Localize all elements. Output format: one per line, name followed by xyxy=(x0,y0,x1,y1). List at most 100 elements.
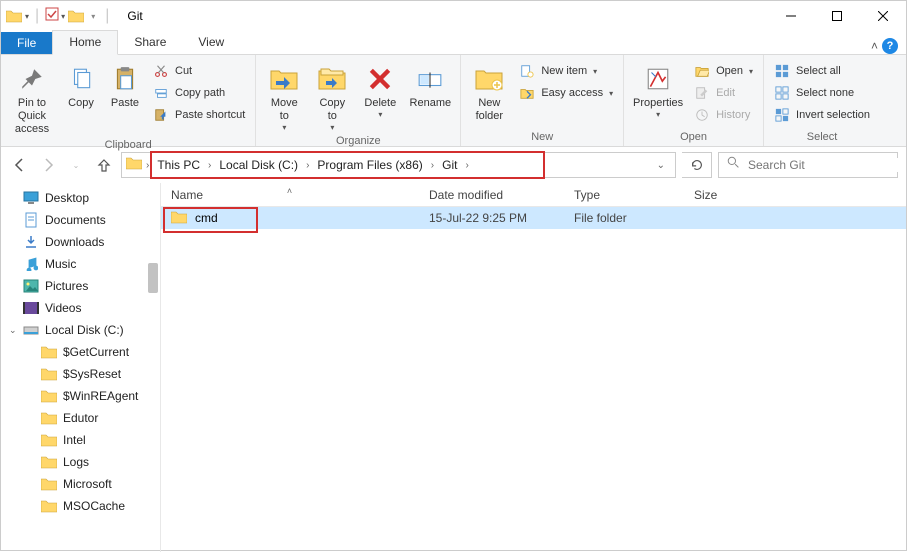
column-headers: ˄Name Date modified Type Size xyxy=(161,183,906,207)
column-header-type[interactable]: Type xyxy=(564,188,684,202)
help-icon[interactable]: ? xyxy=(882,38,898,54)
tree-item-pictures[interactable]: Pictures xyxy=(1,275,160,297)
tree-item[interactable]: $SysReset xyxy=(1,363,160,385)
file-row[interactable]: cmd 15-Jul-22 9:25 PM File folder xyxy=(161,207,906,229)
rename-button[interactable]: Rename xyxy=(406,59,454,110)
edit-icon xyxy=(694,85,710,101)
select-all-button[interactable]: Select all xyxy=(770,61,874,81)
chevron-right-icon[interactable]: › xyxy=(463,160,470,171)
folder-icon xyxy=(41,388,57,404)
edit-button[interactable]: Edit xyxy=(690,83,757,103)
quick-access-toolbar: ▾ | ▾ ▾ | xyxy=(1,7,117,26)
copy-path-button[interactable]: Copy path xyxy=(149,83,249,103)
tab-share[interactable]: Share xyxy=(118,31,182,54)
new-folder-button[interactable]: New folder xyxy=(467,59,511,123)
new-item-button[interactable]: New item ▾ xyxy=(515,61,617,81)
properties-button[interactable]: Properties ▾ xyxy=(630,59,686,120)
select-none-button[interactable]: Select none xyxy=(770,83,874,103)
search-box[interactable] xyxy=(718,152,898,178)
copy-to-icon xyxy=(316,63,348,95)
folder-icon[interactable] xyxy=(67,7,85,25)
recent-locations-button[interactable]: ⌄ xyxy=(65,154,87,176)
ribbon-group-label: Open xyxy=(630,129,757,146)
breadcrumb-item[interactable]: Program Files (x86) xyxy=(313,158,426,172)
chevron-right-icon[interactable]: › xyxy=(429,160,436,171)
qat-dropdown2-icon[interactable]: ▾ xyxy=(61,12,65,21)
back-button[interactable] xyxy=(9,154,31,176)
tree-item-documents[interactable]: Documents xyxy=(1,209,160,231)
tab-file[interactable]: File xyxy=(1,32,52,54)
copy-to-button[interactable]: Copy to ▾ xyxy=(310,59,354,133)
easy-access-icon xyxy=(519,85,535,101)
qat-customize-icon[interactable]: ▾ xyxy=(87,12,99,21)
tree-item[interactable]: Microsoft xyxy=(1,473,160,495)
tree-item-desktop[interactable]: Desktop xyxy=(1,187,160,209)
easy-access-button[interactable]: Easy access ▾ xyxy=(515,83,617,103)
pin-to-quick-access-button[interactable]: Pin to Quick access xyxy=(7,59,57,137)
tree-item[interactable]: $GetCurrent xyxy=(1,341,160,363)
pin-icon xyxy=(16,63,48,95)
refresh-button[interactable] xyxy=(682,152,712,178)
ribbon-group-organize: Move to ▾ Copy to ▾ Delete ▾ Rename Orga… xyxy=(256,55,461,146)
tab-home[interactable]: Home xyxy=(52,30,118,55)
folder-icon[interactable] xyxy=(5,7,23,25)
column-header-date[interactable]: Date modified xyxy=(419,188,564,202)
history-button[interactable]: History xyxy=(690,105,757,125)
expand-caret-icon[interactable]: ⌄ xyxy=(9,325,17,336)
breadcrumb-item[interactable]: This PC xyxy=(153,158,204,172)
tree-item-videos[interactable]: Videos xyxy=(1,297,160,319)
select-all-icon xyxy=(774,63,790,79)
address-bar[interactable]: › This PC › Local Disk (C:) › Program Fi… xyxy=(121,152,676,178)
up-button[interactable] xyxy=(93,154,115,176)
tree-item-music[interactable]: Music xyxy=(1,253,160,275)
delete-icon xyxy=(364,63,396,95)
delete-button[interactable]: Delete ▾ xyxy=(358,59,402,120)
minimize-button[interactable] xyxy=(768,1,814,31)
qat-dropdown-icon[interactable]: ▾ xyxy=(25,12,29,21)
tree-item[interactable]: Intel xyxy=(1,429,160,451)
tree-item[interactable]: $WinREAgent xyxy=(1,385,160,407)
pictures-icon xyxy=(23,278,39,294)
open-button[interactable]: Open ▾ xyxy=(690,61,757,81)
ribbon-group-label: New xyxy=(467,129,617,146)
column-header-size[interactable]: Size xyxy=(684,188,764,202)
address-dropdown-icon[interactable]: ⌄ xyxy=(651,160,671,171)
tree-item-local-disk[interactable]: ⌄Local Disk (C:) xyxy=(1,319,160,341)
scrollbar-thumb[interactable] xyxy=(148,263,158,293)
folder-icon xyxy=(41,366,57,382)
close-button[interactable] xyxy=(860,1,906,31)
tree-item-downloads[interactable]: Downloads xyxy=(1,231,160,253)
window-controls xyxy=(768,1,906,31)
history-icon xyxy=(694,107,710,123)
navigation-pane[interactable]: Desktop Documents Downloads Music Pictur… xyxy=(1,183,161,552)
move-to-icon xyxy=(268,63,300,95)
collapse-ribbon-icon[interactable]: ˄ xyxy=(871,39,878,53)
chevron-right-icon[interactable]: › xyxy=(144,160,151,171)
chevron-right-icon[interactable]: › xyxy=(304,160,311,171)
tree-item[interactable]: Logs xyxy=(1,451,160,473)
maximize-button[interactable] xyxy=(814,1,860,31)
breadcrumb-item[interactable]: Git xyxy=(438,158,461,172)
paste-shortcut-button[interactable]: Paste shortcut xyxy=(149,105,249,125)
folder-icon xyxy=(126,156,142,175)
search-input[interactable] xyxy=(748,158,903,172)
folder-icon xyxy=(41,344,57,360)
chevron-down-icon: ▾ xyxy=(330,123,334,133)
tab-view[interactable]: View xyxy=(182,31,240,54)
videos-icon xyxy=(23,300,39,316)
forward-button[interactable] xyxy=(37,154,59,176)
properties-check-icon[interactable] xyxy=(45,7,59,26)
move-to-button[interactable]: Move to ▾ xyxy=(262,59,306,133)
column-header-name[interactable]: ˄Name xyxy=(161,188,419,202)
copy-icon xyxy=(65,63,97,95)
tree-item[interactable]: Edutor xyxy=(1,407,160,429)
breadcrumb-item[interactable]: Local Disk (C:) xyxy=(215,158,302,172)
paste-button[interactable]: Paste xyxy=(105,59,145,110)
paste-shortcut-icon xyxy=(153,107,169,123)
tree-item[interactable]: MSOCache xyxy=(1,495,160,517)
copy-button[interactable]: Copy xyxy=(61,59,101,110)
cut-button[interactable]: Cut xyxy=(149,61,249,81)
nav-bar: ⌄ › This PC › Local Disk (C:) › Program … xyxy=(1,147,906,183)
chevron-right-icon[interactable]: › xyxy=(206,160,213,171)
invert-selection-button[interactable]: Invert selection xyxy=(770,105,874,125)
